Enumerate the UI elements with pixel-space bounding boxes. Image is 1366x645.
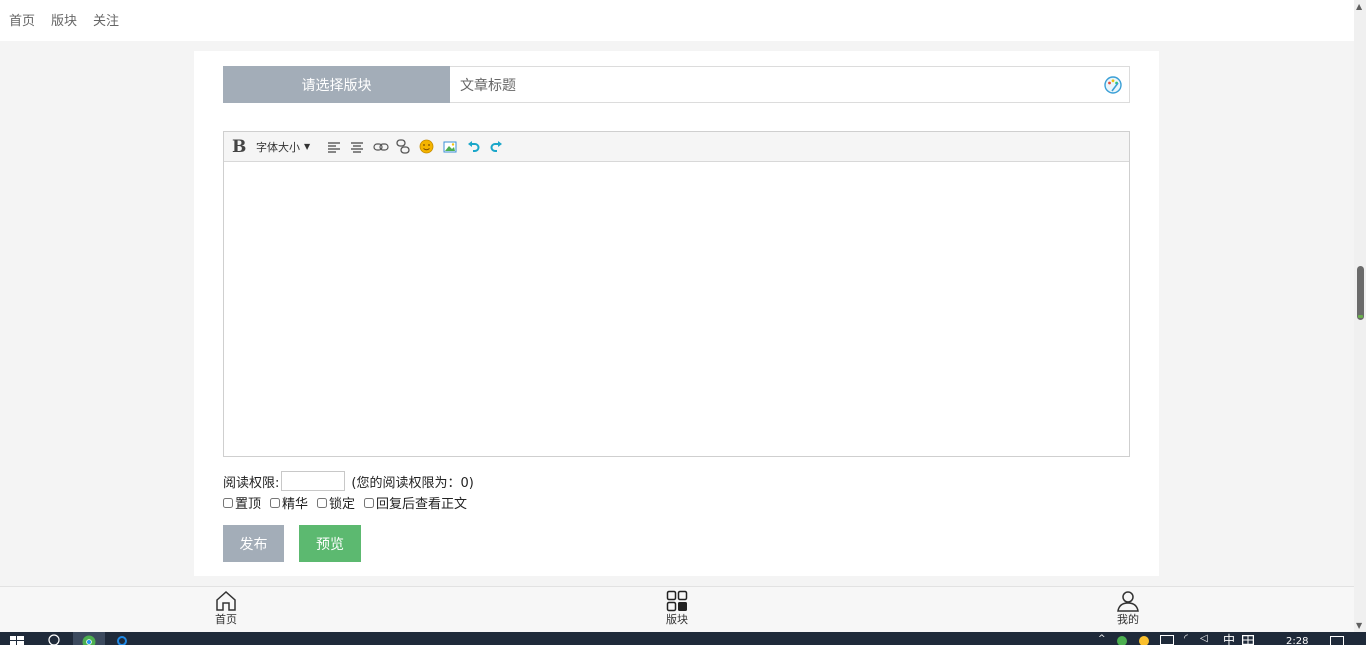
palette-icon[interactable] [1103,75,1123,95]
option-featured-checkbox[interactable] [270,497,281,508]
tray-wifi-icon[interactable]: ◜ [1184,633,1188,645]
chevron-down-icon: ▼ [304,142,311,151]
action-center-icon[interactable] [1330,636,1344,645]
option-reply-to-view[interactable]: 回复后查看正文 [364,493,467,512]
link-icon[interactable] [373,132,389,161]
grid-icon [666,590,688,612]
publish-button[interactable]: 发布 [223,525,284,562]
option-pin-label: 置顶 [235,497,262,512]
emoji-icon[interactable] [419,132,434,161]
undo-icon[interactable] [467,132,480,161]
bottom-nav-boards-label: 版块 [666,613,688,626]
windows-start-icon[interactable] [10,636,24,645]
tray-keyboard-icon[interactable] [1160,635,1174,645]
option-featured[interactable]: 精华 [270,493,308,512]
chrome-icon [82,635,96,645]
scroll-thumb[interactable] [1357,266,1364,320]
align-left-icon[interactable] [327,132,341,161]
home-icon [216,590,236,611]
user-icon [1117,591,1139,612]
scroll-up-icon[interactable]: ▲ [1356,2,1362,11]
option-lock-checkbox[interactable] [317,497,328,508]
option-lock-label: 锁定 [329,497,356,512]
bottom-nav-mine-label: 我的 [1117,613,1139,626]
bottom-nav-boards[interactable]: 版块 [647,589,707,627]
top-nav-boards[interactable]: 版块 [51,10,77,29]
tray-notification-icon[interactable] [1138,635,1150,645]
top-nav-follow[interactable]: 关注 [93,10,119,29]
tray-app-icon[interactable] [1116,635,1128,645]
read-permission-label: 阅读权限: [223,475,280,491]
editor-content-area[interactable] [224,162,1129,456]
select-board-button[interactable]: 请选择版块 [223,66,450,103]
compose-card: 请选择版块 B 字体大小 ▼ [194,51,1159,576]
bold-icon[interactable]: B [232,132,246,161]
os-taskbar: ^ ◜ ◁ 中 2:28 [0,632,1366,645]
unlink-icon[interactable] [396,132,410,161]
image-icon[interactable] [443,132,457,161]
read-permission-hint: (您的阅读权限为：0) [351,475,474,491]
tray-input-mode-icon[interactable] [1242,635,1254,645]
read-permission-input[interactable] [281,471,346,491]
title-input[interactable] [458,67,1082,104]
taskbar-active-app[interactable] [73,632,105,645]
top-nav-home[interactable]: 首页 [9,10,35,29]
tray-clock[interactable]: 2:28 [1286,636,1308,645]
tray-ime-indicator[interactable]: 中 [1223,634,1235,645]
title-field-wrapper [450,66,1130,104]
bottom-nav-home-label: 首页 [215,613,237,626]
top-nav: 首页 版块 关注 [0,0,1354,41]
scroll-thumb-indicator [1358,315,1363,318]
read-permission-row: 阅读权限: (您的阅读权限为：0) [223,471,474,491]
redo-icon[interactable] [490,132,503,161]
option-pin-checkbox[interactable] [223,497,233,508]
option-featured-label: 精华 [282,497,309,512]
option-reply-to-view-label: 回复后查看正文 [376,497,468,512]
post-options-row: 置顶 精华 锁定 回复后查看正文 [223,493,476,512]
bottom-nav-home[interactable]: 首页 [196,589,256,627]
page-scrollbar[interactable]: ▲ ▼ [1354,0,1366,632]
rich-text-editor: B 字体大小 ▼ [223,131,1130,457]
scroll-down-icon[interactable]: ▼ [1356,621,1362,630]
search-icon[interactable] [48,634,60,645]
editor-toolbar: B 字体大小 ▼ [224,132,1129,162]
bottom-nav: 首页 版块 我的 [0,586,1354,633]
option-pin[interactable]: 置顶 [223,493,261,512]
app-icon[interactable] [116,634,128,645]
option-reply-to-view-checkbox[interactable] [364,497,375,508]
font-size-label: 字体大小 [256,140,300,154]
tray-chevron-up-icon[interactable]: ^ [1098,633,1106,645]
bottom-nav-mine[interactable]: 我的 [1098,589,1158,627]
preview-button[interactable]: 预览 [299,525,361,562]
font-size-dropdown[interactable]: 字体大小 ▼ [256,132,310,161]
option-lock[interactable]: 锁定 [317,493,355,512]
tray-volume-icon[interactable]: ◁ [1200,633,1208,645]
align-center-icon[interactable] [350,132,364,161]
